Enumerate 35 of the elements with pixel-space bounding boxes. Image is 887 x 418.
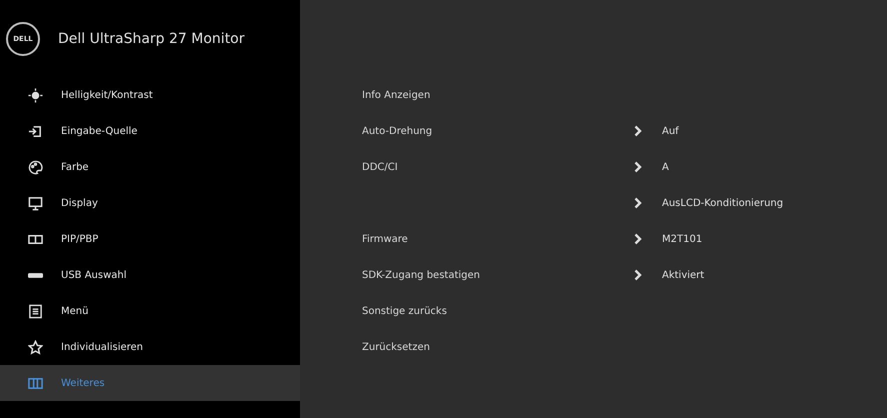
setting-value: Aktiviert: [662, 270, 704, 280]
list-icon: [28, 304, 43, 318]
monitor-icon: [28, 196, 43, 210]
setting-value: Auf: [662, 126, 679, 136]
menu-item[interactable]: PIP/PBP: [0, 221, 300, 257]
setting-label[interactable]: Firmware: [362, 234, 408, 244]
palette-icon: [28, 160, 43, 174]
sun-icon: [28, 88, 43, 102]
chevron-icon: [634, 197, 642, 209]
star-icon: [28, 340, 43, 354]
setting-label[interactable]: Info Anzeigen: [362, 90, 430, 100]
chevron-icon: [634, 233, 642, 245]
setting-label[interactable]: SDK-Zugang bestatigen: [362, 270, 480, 280]
grid-icon: [28, 376, 43, 390]
setting-value: A: [662, 162, 669, 172]
setting-label[interactable]: Auto-Drehung: [362, 126, 432, 136]
setting-label[interactable]: DDC/CI: [362, 162, 398, 172]
menu-item[interactable]: Menü: [0, 293, 300, 329]
chevron-icon: [634, 269, 642, 281]
menu-item[interactable]: USB Auswahl: [0, 257, 300, 293]
setting-value: AusLCD-Konditionierung: [662, 198, 784, 208]
menu-item[interactable]: Weiteres: [0, 365, 300, 401]
bar-icon: [28, 272, 43, 278]
menu-item[interactable]: Display: [0, 185, 300, 221]
menu-item[interactable]: Helligkeit/Kontrast: [0, 77, 300, 113]
chevron-icon: [634, 125, 642, 137]
setting-label[interactable]: Zurücksetzen: [362, 342, 430, 352]
menu-item[interactable]: Farbe: [0, 149, 300, 185]
monitor-title: Dell UltraSharp 27 Monitor: [58, 30, 244, 46]
setting-label[interactable]: Sonstige zurücks: [362, 306, 447, 316]
menu-item[interactable]: Individualisieren: [0, 329, 300, 365]
input-icon: [28, 124, 43, 138]
menu-item[interactable]: Eingabe-Quelle: [0, 113, 300, 149]
chevron-icon: [634, 161, 642, 173]
setting-value: M2T101: [662, 234, 702, 244]
